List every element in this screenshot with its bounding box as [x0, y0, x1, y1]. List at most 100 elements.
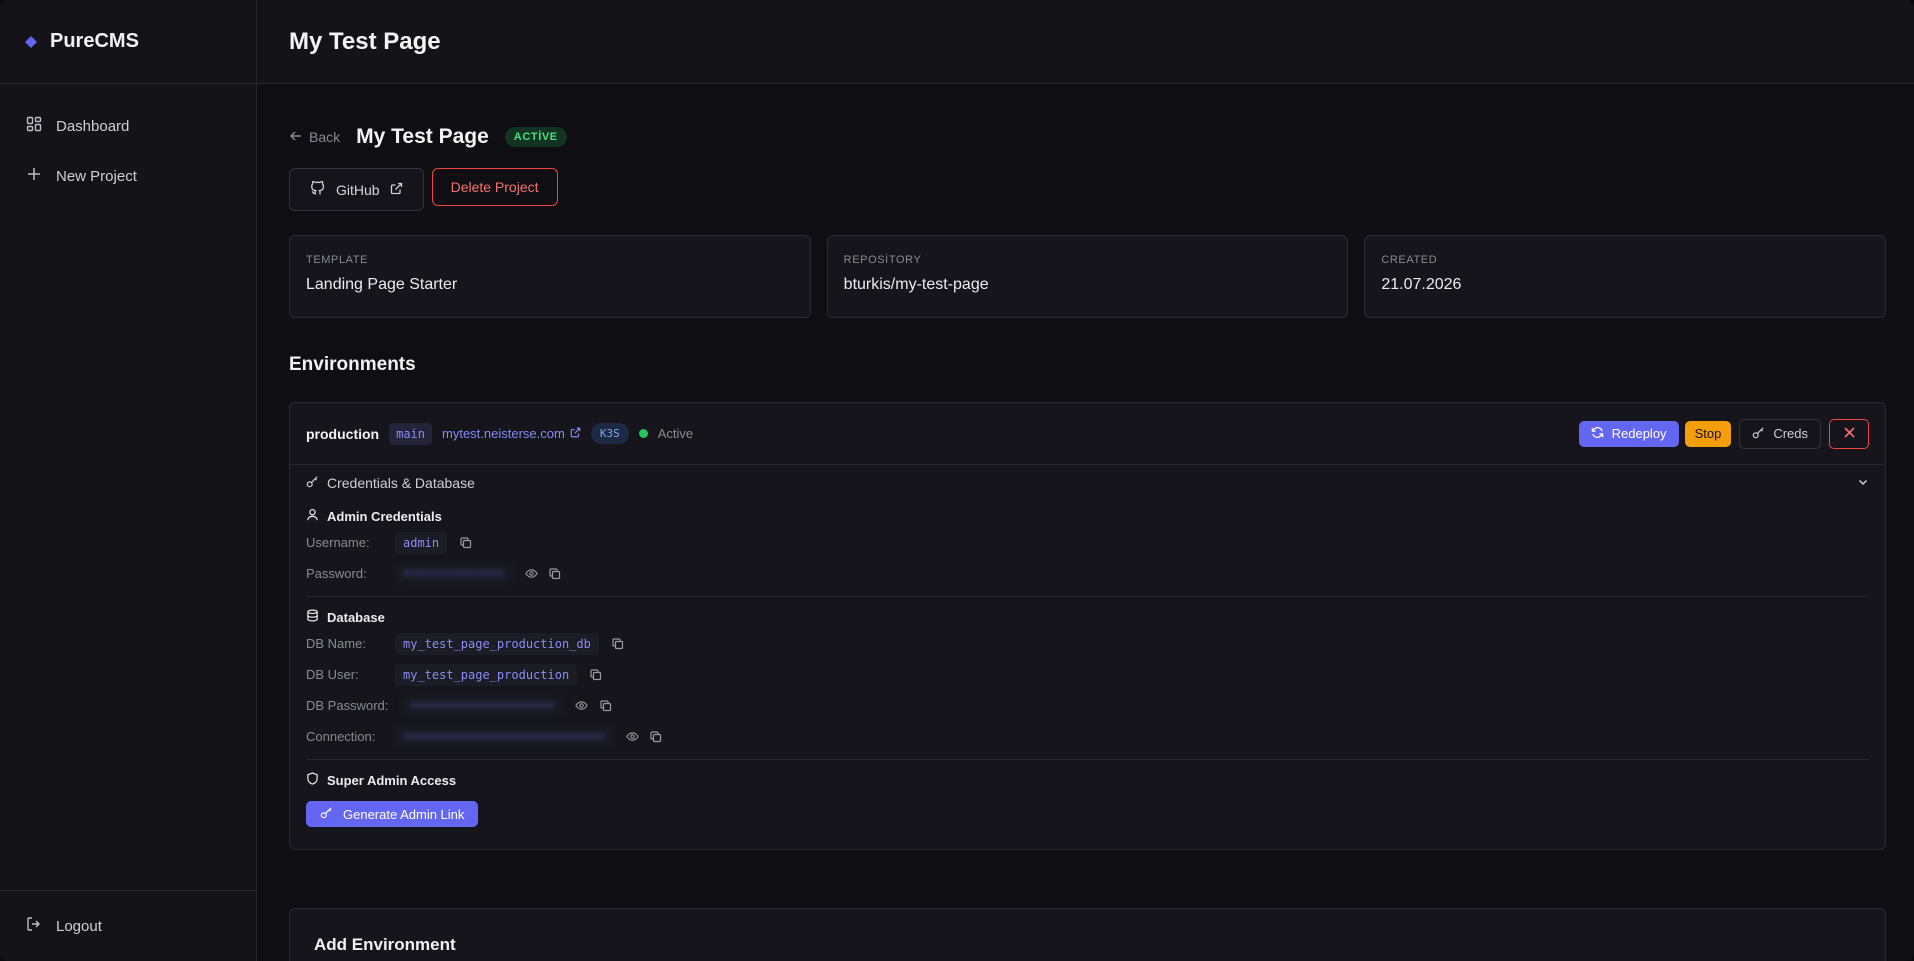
sidebar-footer: Logout [0, 890, 256, 961]
button-label: Generate Admin Link [343, 806, 465, 822]
field-label: Password: [306, 566, 367, 581]
key-icon [1752, 426, 1765, 442]
logout-button[interactable]: Logout [0, 910, 128, 942]
key-icon [320, 806, 333, 822]
refresh-icon [1591, 426, 1604, 442]
environments-heading: Environments [289, 354, 416, 375]
db-password-row: DB Password: •••••••••••••••••••• [306, 690, 1869, 721]
shield-icon [306, 772, 319, 788]
copy-icon[interactable] [595, 695, 617, 717]
stop-button[interactable]: Stop [1684, 420, 1732, 447]
creds-button[interactable]: Creds [1739, 418, 1821, 449]
logout-icon [26, 916, 42, 936]
database-heading: Database [306, 606, 1869, 628]
sidebar: PureCMS Dashboard New Project Logout [0, 0, 257, 961]
template-card: TEMPLATE Landing Page Starter [289, 235, 811, 318]
copy-icon[interactable] [607, 633, 629, 655]
redeploy-label: Redeploy [1611, 426, 1667, 441]
close-icon [1843, 425, 1855, 443]
branch-chip: main [389, 422, 433, 445]
copy-icon[interactable] [544, 563, 566, 585]
repository-card: REPOSİTORY bturkis/my-test-page [826, 235, 1349, 318]
info-label: TEMPLATE [306, 254, 369, 266]
project-info-cards: TEMPLATE Landing Page Starter REPOSİTORY… [289, 235, 1887, 318]
credentials-collapse-toggle[interactable]: Credentials & Database [290, 465, 1885, 501]
key-icon [306, 475, 319, 491]
user-icon [306, 508, 319, 524]
project-title-row: Back My Test Page ACTİVE [289, 122, 1886, 152]
external-link-icon [570, 426, 581, 441]
sidebar-item-label: New Project [56, 167, 137, 185]
db-user-row: DB User: my_test_page_production [306, 659, 1869, 690]
creds-label: Creds [1773, 426, 1808, 441]
heading-label: Database [327, 609, 385, 625]
sidebar-item-label: Dashboard [56, 117, 130, 135]
eye-icon[interactable] [520, 563, 542, 585]
super-admin-heading: Super Admin Access [306, 769, 1869, 791]
logout-label: Logout [56, 917, 102, 935]
status-badge: ACTİVE [504, 127, 567, 147]
field-label: DB Name: [306, 636, 366, 651]
field-label: DB Password: [306, 698, 389, 713]
db-name-value: my_test_page_production_db [395, 632, 599, 655]
diamond-logo-icon [24, 35, 38, 49]
brand-name: PureCMS [50, 30, 139, 52]
sidebar-item-dashboard[interactable]: Dashboard [0, 110, 256, 142]
page-title: My Test Page [289, 27, 441, 55]
eye-icon[interactable] [571, 695, 593, 717]
add-environment-card: Add Environment [289, 908, 1886, 961]
back-link[interactable]: Back [289, 129, 340, 146]
chevron-down-icon [1857, 475, 1869, 491]
brand[interactable]: PureCMS [0, 0, 256, 84]
dashboard-grid-icon [26, 116, 42, 136]
db-connection-value: •••••••••••••••••••••••••••• [395, 725, 614, 748]
field-label: Username: [306, 535, 370, 550]
environment-card: production main mytest.neisterse.com K3S… [289, 402, 1886, 850]
environment-name: production [306, 425, 380, 442]
section-divider [306, 596, 1869, 597]
environment-status: Active [657, 426, 694, 441]
info-value: Landing Page Starter [306, 276, 458, 293]
db-name-row: DB Name: my_test_page_production_db [306, 628, 1869, 659]
domain-text: mytest.neisterse.com [442, 426, 565, 441]
copy-icon[interactable] [585, 664, 607, 686]
db-user-value: my_test_page_production [395, 663, 578, 686]
github-button[interactable]: GitHub [289, 168, 424, 211]
delete-environment-button[interactable] [1829, 418, 1869, 449]
project-content: Back My Test Page ACTİVE GitHub Delete P… [257, 84, 1914, 961]
arrow-left-icon [289, 129, 303, 146]
github-label: GitHub [336, 181, 380, 198]
redeploy-button[interactable]: Redeploy [1578, 420, 1679, 447]
info-label: REPOSİTORY [843, 254, 922, 266]
copy-icon[interactable] [455, 532, 477, 554]
environment-header: production main mytest.neisterse.com K3S… [290, 403, 1885, 465]
database-icon [306, 609, 319, 625]
heading-label: Super Admin Access [327, 772, 457, 788]
app-window: PureCMS Dashboard New Project Logout My … [0, 0, 1914, 961]
sidebar-item-new-project[interactable]: New Project [0, 160, 256, 192]
admin-password-value: •••••••••••••• [395, 562, 513, 585]
collapse-label: Credentials & Database [327, 475, 475, 491]
environment-domain-link[interactable]: mytest.neisterse.com [442, 426, 581, 441]
admin-username-value: admin [395, 531, 448, 554]
project-title: My Test Page [356, 125, 489, 148]
admin-username-row: Username: admin [306, 527, 1869, 558]
field-label: DB User: [306, 667, 359, 682]
copy-icon[interactable] [645, 726, 667, 748]
delete-project-button[interactable]: Delete Project [431, 168, 558, 206]
generate-admin-link-button[interactable]: Generate Admin Link [306, 801, 479, 827]
status-dot [638, 429, 648, 438]
info-value: bturkis/my-test-page [843, 276, 989, 293]
sidebar-nav: Dashboard New Project [0, 84, 256, 192]
heading-label: Admin Credentials [327, 508, 442, 524]
eye-icon[interactable] [621, 726, 643, 748]
admin-credentials-heading: Admin Credentials [306, 505, 1869, 527]
field-label: Connection: [306, 729, 376, 744]
created-card: CREATED 21.07.2026 [1364, 235, 1887, 318]
plus-icon [26, 166, 42, 186]
external-link-icon [390, 182, 403, 198]
db-connection-row: Connection: •••••••••••••••••••••••••••• [306, 721, 1869, 752]
add-environment-heading: Add Environment [314, 935, 456, 954]
info-label: CREATED [1381, 254, 1438, 266]
db-password-value: •••••••••••••••••••• [402, 694, 563, 717]
